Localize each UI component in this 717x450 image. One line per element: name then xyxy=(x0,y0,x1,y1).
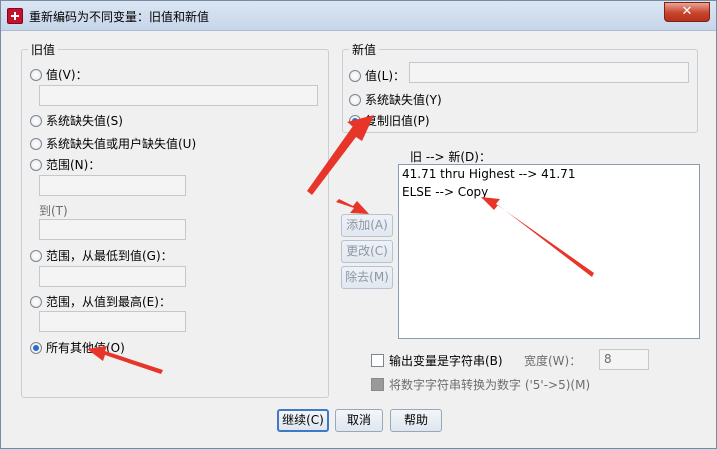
old-range-highest-radio[interactable]: 范围，从值到最高(E)： xyxy=(30,293,171,310)
new-value-input[interactable] xyxy=(409,62,689,83)
copy-old-value-label: 复制旧值(P) xyxy=(365,114,430,128)
old-range-lowest-label: 范围，从最低到值(G)： xyxy=(46,249,173,263)
title-bar: 重新编码为不同变量：旧值和新值 ✕ xyxy=(1,1,716,31)
cancel-button[interactable]: 取消 xyxy=(335,409,383,432)
radio-indicator[interactable] xyxy=(30,137,42,150)
range-highest-input[interactable] xyxy=(39,311,186,332)
old-value-radio[interactable]: 值(V)： xyxy=(30,66,88,83)
old-value-legend: 旧值 xyxy=(31,43,56,57)
range-lowest-input[interactable] xyxy=(39,266,186,287)
spss-app-icon xyxy=(7,8,23,24)
old-value-input[interactable] xyxy=(39,85,318,106)
continue-button[interactable]: 继续(C) xyxy=(277,409,329,432)
old-range-lowest-radio[interactable]: 范围，从最低到值(G)： xyxy=(30,247,173,264)
range-to-label: 到(T) xyxy=(39,204,68,218)
convert-numeric-label: 将数字字符串转换为数字 ('5'->5)(M) xyxy=(389,378,591,392)
add-button[interactable]: 添加(A) xyxy=(341,214,393,237)
convert-numeric-checkbox[interactable]: 将数字字符串转换为数字 ('5'->5)(M) xyxy=(371,376,590,393)
radio-indicator[interactable] xyxy=(30,295,42,308)
mapping-item[interactable]: 41.71 thru Highest --> 41.71 xyxy=(399,165,699,183)
new-system-missing-radio[interactable]: 系统缺失值(Y) xyxy=(349,91,442,108)
radio-indicator[interactable] xyxy=(30,158,42,171)
radio-indicator-selected[interactable] xyxy=(349,114,361,127)
new-value-radio[interactable]: 值(L)： xyxy=(349,67,405,84)
radio-indicator[interactable] xyxy=(30,114,42,127)
help-button[interactable]: 帮助 xyxy=(390,409,442,432)
old-range-highest-label: 范围，从值到最高(E)： xyxy=(46,295,171,309)
output-string-label: 输出变量是字符串(B) xyxy=(389,354,503,368)
old-system-missing-radio[interactable]: 系统缺失值(S) xyxy=(30,112,123,129)
window-title: 重新编码为不同变量：旧值和新值 xyxy=(29,10,210,24)
old-system-missing-label: 系统缺失值(S) xyxy=(46,114,123,128)
width-label: 宽度(W)： xyxy=(524,354,582,368)
mapping-item[interactable]: ELSE --> Copy xyxy=(399,183,699,201)
mapping-list[interactable]: 41.71 thru Highest --> 41.71 ELSE --> Co… xyxy=(398,164,700,339)
radio-indicator-selected[interactable] xyxy=(30,341,42,354)
old-all-other-radio[interactable]: 所有其他值(O) xyxy=(30,339,125,356)
mapping-label: 旧 --> 新(D)： xyxy=(410,150,491,164)
range-from-input[interactable] xyxy=(39,175,186,196)
radio-indicator[interactable] xyxy=(30,68,42,81)
change-button[interactable]: 更改(C) xyxy=(341,240,393,263)
old-system-or-user-missing-radio[interactable]: 系统缺失值或用户缺失值(U) xyxy=(30,135,196,152)
radio-indicator[interactable] xyxy=(349,93,361,106)
range-to-input[interactable] xyxy=(39,219,186,240)
width-input[interactable]: 8 xyxy=(599,349,649,370)
old-system-or-user-missing-label: 系统缺失值或用户缺失值(U) xyxy=(46,137,197,151)
old-value-label: 值(V)： xyxy=(46,68,88,82)
output-string-checkbox[interactable]: 输出变量是字符串(B) xyxy=(371,352,503,369)
old-all-other-label: 所有其他值(O) xyxy=(46,341,125,355)
copy-old-value-radio[interactable]: 复制旧值(P) xyxy=(349,112,430,129)
radio-indicator[interactable] xyxy=(349,69,361,82)
old-range-radio[interactable]: 范围(N)： xyxy=(30,156,100,173)
new-value-label: 值(L)： xyxy=(365,69,406,83)
new-value-legend: 新值 xyxy=(352,43,377,57)
checkbox-indicator[interactable] xyxy=(371,354,384,367)
recode-old-new-dialog: 重新编码为不同变量：旧值和新值 ✕ 旧值 值(V)： 系统缺失值(S) 系统缺失… xyxy=(0,0,717,449)
close-button[interactable]: ✕ xyxy=(664,2,710,22)
new-system-missing-label: 系统缺失值(Y) xyxy=(365,93,442,107)
annotation-arrow-add-button xyxy=(336,199,369,214)
radio-indicator[interactable] xyxy=(30,249,42,262)
old-range-label: 范围(N)： xyxy=(46,158,101,172)
checkbox-indicator[interactable] xyxy=(371,378,384,391)
remove-button[interactable]: 除去(M) xyxy=(341,266,393,289)
